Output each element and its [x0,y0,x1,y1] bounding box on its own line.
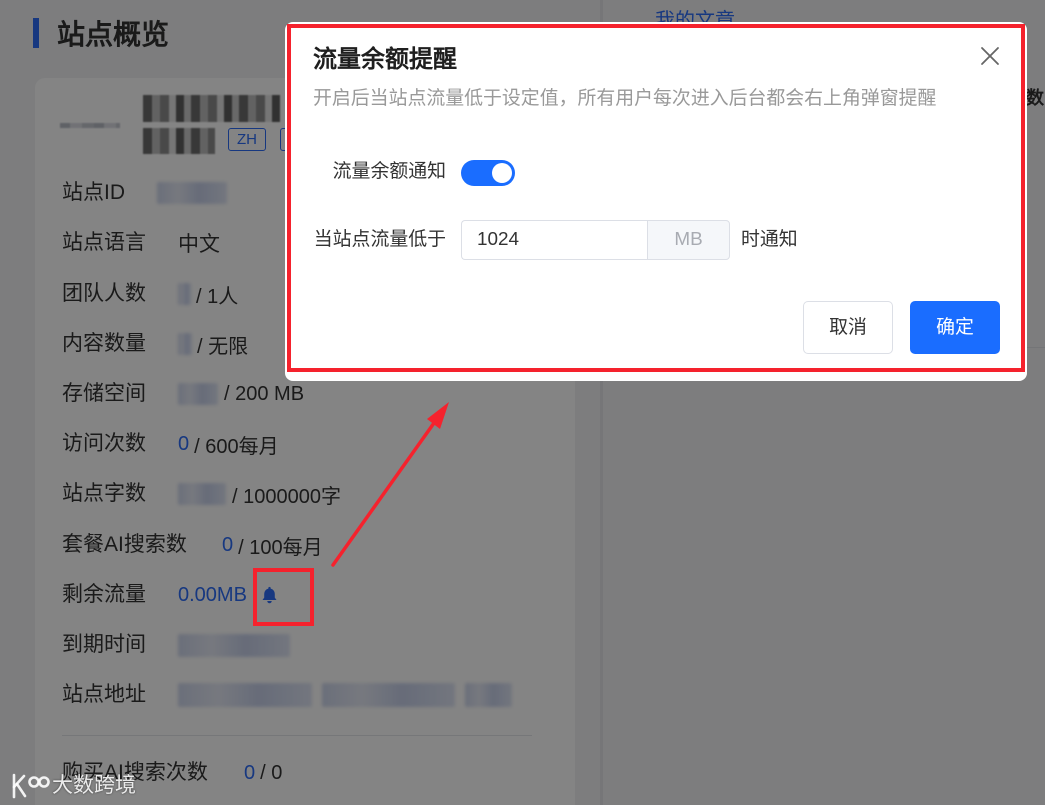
dialog-title: 流量余额提醒 [313,46,457,73]
threshold-unit: MB [647,220,730,260]
dialog-description: 开启后当站点流量低于设定值，所有用户每次进入后台都会右上角弹窗提醒 [313,88,937,109]
close-icon[interactable] [978,44,1002,68]
threshold-input-group: MB [461,220,730,260]
threshold-input[interactable] [461,220,647,260]
confirm-button[interactable]: 确定 [910,301,1000,354]
traffic-alert-dialog: 流量余额提醒 开启后当站点流量低于设定值，所有用户每次进入后台都会右上角弹窗提醒… [285,22,1027,381]
cancel-button[interactable]: 取消 [803,301,893,354]
toggle-label: 流量余额通知 [332,161,446,182]
page: 站点概览 ZH 站点ID 站点语言 中文 团队人数 / 1人 内容数量 / 无限… [0,0,1045,805]
threshold-label: 当站点流量低于 [313,229,446,250]
toggle-knob [492,163,512,183]
traffic-notice-toggle[interactable] [461,160,515,186]
threshold-suffix: 时通知 [741,229,798,250]
